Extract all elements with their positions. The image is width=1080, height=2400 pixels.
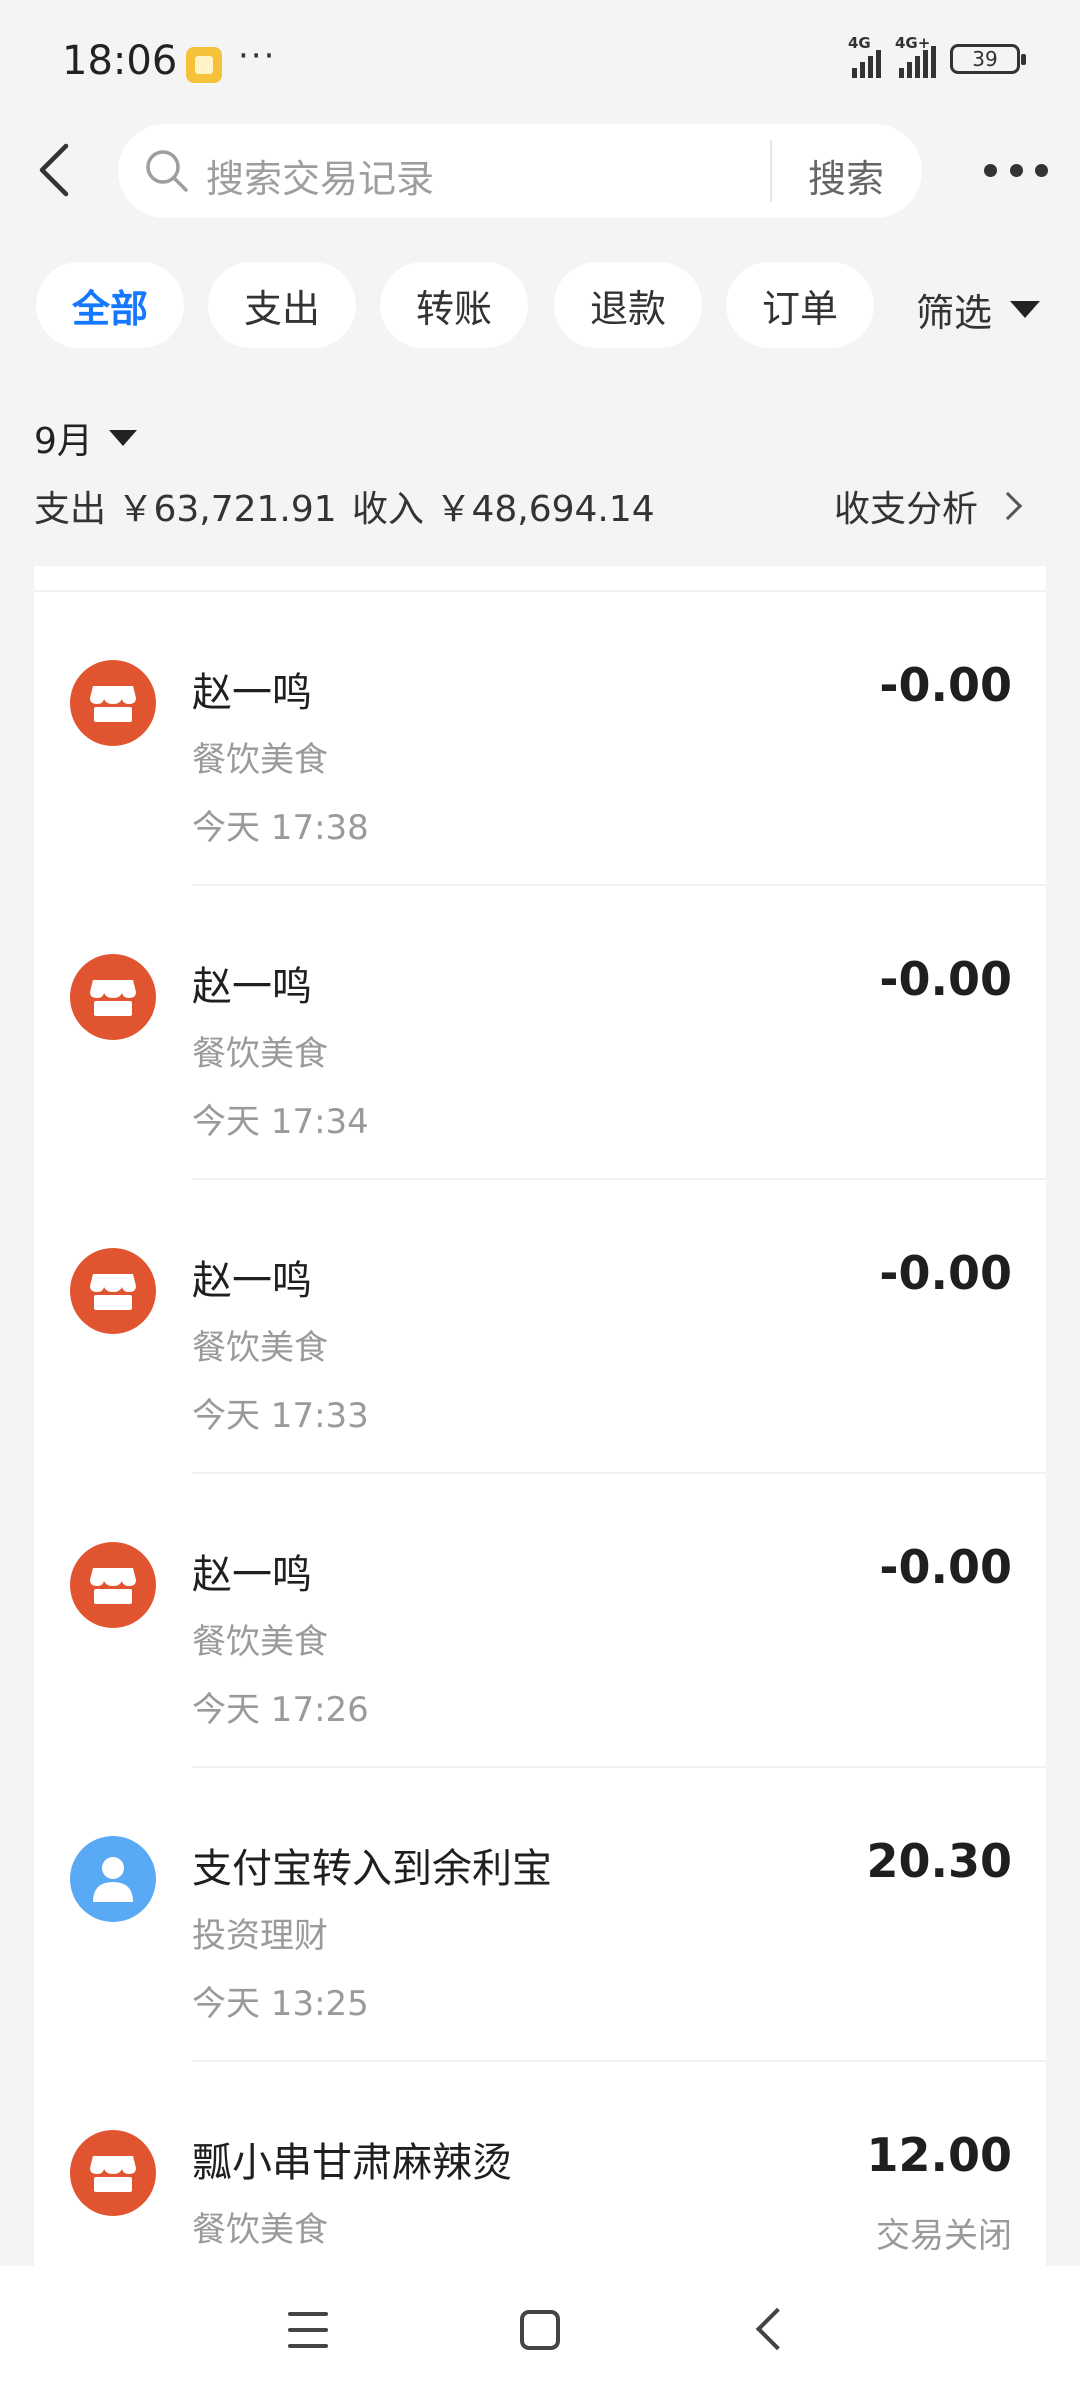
shop-icon [90, 1568, 136, 1604]
transaction-time: 今天 17:26 [192, 1690, 369, 1730]
transaction-title: 瓢小串甘肃麻辣烫 [192, 2140, 512, 2186]
transaction-category: 餐饮美食 [192, 1034, 328, 1074]
signal-icon: 4G+ [895, 34, 936, 78]
analysis-label: 收支分析 [834, 489, 979, 530]
transaction-amount: -0.00 [879, 952, 1012, 1006]
screen: 18:06 ··· 4G 4G+ 39 搜索交易记录 搜索 全部 支出 转账 退… [0, 0, 1080, 2400]
caret-down-icon [108, 430, 137, 446]
search-box[interactable]: 搜索交易记录 搜索 [118, 124, 922, 218]
transaction-title: 赵一鸣 [192, 964, 312, 1010]
merchant-avatar [70, 2130, 156, 2216]
shop-icon [90, 2156, 136, 2192]
battery-icon: 39 [950, 44, 1026, 74]
transaction-row[interactable]: 赵一鸣 餐饮美食 今天 17:33 -0.00 [34, 1180, 1046, 1474]
search-button[interactable]: 搜索 [808, 148, 884, 203]
transaction-category: 餐饮美食 [192, 2210, 328, 2250]
filter-button[interactable]: 筛选 [916, 282, 1041, 337]
transaction-row[interactable]: 赵一鸣 餐饮美食 今天 17:26 -0.00 [34, 1474, 1046, 1768]
transaction-row[interactable]: 支付宝转入到余利宝 投资理财 今天 13:25 20.30 [34, 1768, 1046, 2062]
signal-label: 4G [848, 34, 871, 52]
shop-icon [90, 1274, 136, 1310]
tab-expense[interactable]: 支出 [208, 262, 356, 348]
tab-transfer[interactable]: 转账 [380, 262, 528, 348]
transaction-status: 交易关闭 [876, 2216, 1012, 2256]
analysis-link[interactable]: 收支分析 [834, 480, 1023, 532]
month-label: 9月 [34, 421, 93, 462]
chevron-left-icon [39, 143, 69, 197]
transaction-time: 今天 17:33 [192, 1396, 369, 1436]
transaction-row[interactable]: 赵一鸣 餐饮美食 今天 17:38 -0.00 [34, 592, 1046, 886]
transaction-row[interactable]: 瓢小串甘肃麻辣烫 餐饮美食 12.00 交易关闭 [34, 2062, 1046, 2266]
signal-icon: 4G [848, 34, 881, 78]
transaction-list: 赵一鸣 餐饮美食 今天 17:38 -0.00 赵一鸣 餐饮美食 今天 17:3… [34, 566, 1046, 2266]
merchant-avatar [70, 660, 156, 746]
status-bar: 18:06 ··· 4G 4G+ 39 [0, 0, 1080, 120]
transaction-time: 今天 17:34 [192, 1102, 369, 1142]
transaction-amount: 12.00 [866, 2128, 1012, 2182]
caret-down-icon [1010, 301, 1041, 318]
transaction-time: 今天 13:25 [192, 1984, 369, 2024]
month-selector[interactable]: 9月 [34, 412, 137, 464]
transaction-time: 今天 17:38 [192, 808, 369, 848]
transaction-amount: -0.00 [879, 1540, 1012, 1594]
search-icon [146, 150, 188, 192]
notes-app-icon [186, 47, 222, 83]
transaction-amount: -0.00 [879, 658, 1012, 712]
transaction-category: 餐饮美食 [192, 1622, 328, 1662]
system-nav-bar [0, 2266, 1080, 2400]
tab-all[interactable]: 全部 [36, 262, 184, 348]
tab-orders[interactable]: 订单 [726, 262, 874, 348]
status-more-icon: ··· [238, 36, 277, 76]
shop-icon [90, 980, 136, 1016]
search-divider [770, 140, 772, 202]
transaction-title: 支付宝转入到余利宝 [192, 1846, 552, 1892]
transaction-category: 餐饮美食 [192, 1328, 328, 1368]
transaction-title: 赵一鸣 [192, 1258, 312, 1304]
more-options-button[interactable] [984, 160, 1048, 180]
signal-label: 4G+ [895, 34, 931, 52]
status-indicators: 4G 4G+ 39 [848, 34, 1026, 78]
merchant-avatar [70, 1248, 156, 1334]
user-avatar [70, 1836, 156, 1922]
transaction-category: 餐饮美食 [192, 740, 328, 780]
transaction-category: 投资理财 [192, 1916, 328, 1956]
expense-summary: 支出 ￥63,721.91 [34, 489, 337, 530]
search-input[interactable]: 搜索交易记录 [206, 148, 434, 203]
transaction-title: 赵一鸣 [192, 670, 312, 716]
transaction-amount: -0.00 [879, 1246, 1012, 1300]
home-icon[interactable] [520, 2310, 560, 2350]
status-time: 18:06 [62, 38, 178, 84]
person-icon [93, 1857, 133, 1902]
shop-icon [90, 686, 136, 722]
back-icon[interactable] [755, 2307, 799, 2351]
merchant-avatar [70, 1542, 156, 1628]
merchant-avatar [70, 954, 156, 1040]
transaction-title: 赵一鸣 [192, 1552, 312, 1598]
income-summary: 收入 ￥48,694.14 [352, 489, 655, 530]
transaction-row[interactable]: 赵一鸣 餐饮美食 今天 17:34 -0.00 [34, 886, 1046, 1180]
transaction-amount: 20.30 [866, 1834, 1012, 1888]
tab-refund[interactable]: 退款 [554, 262, 702, 348]
back-button[interactable] [30, 138, 80, 202]
filter-label: 筛选 [916, 291, 993, 335]
chevron-right-icon [993, 491, 1023, 521]
menu-icon[interactable] [288, 2312, 328, 2348]
